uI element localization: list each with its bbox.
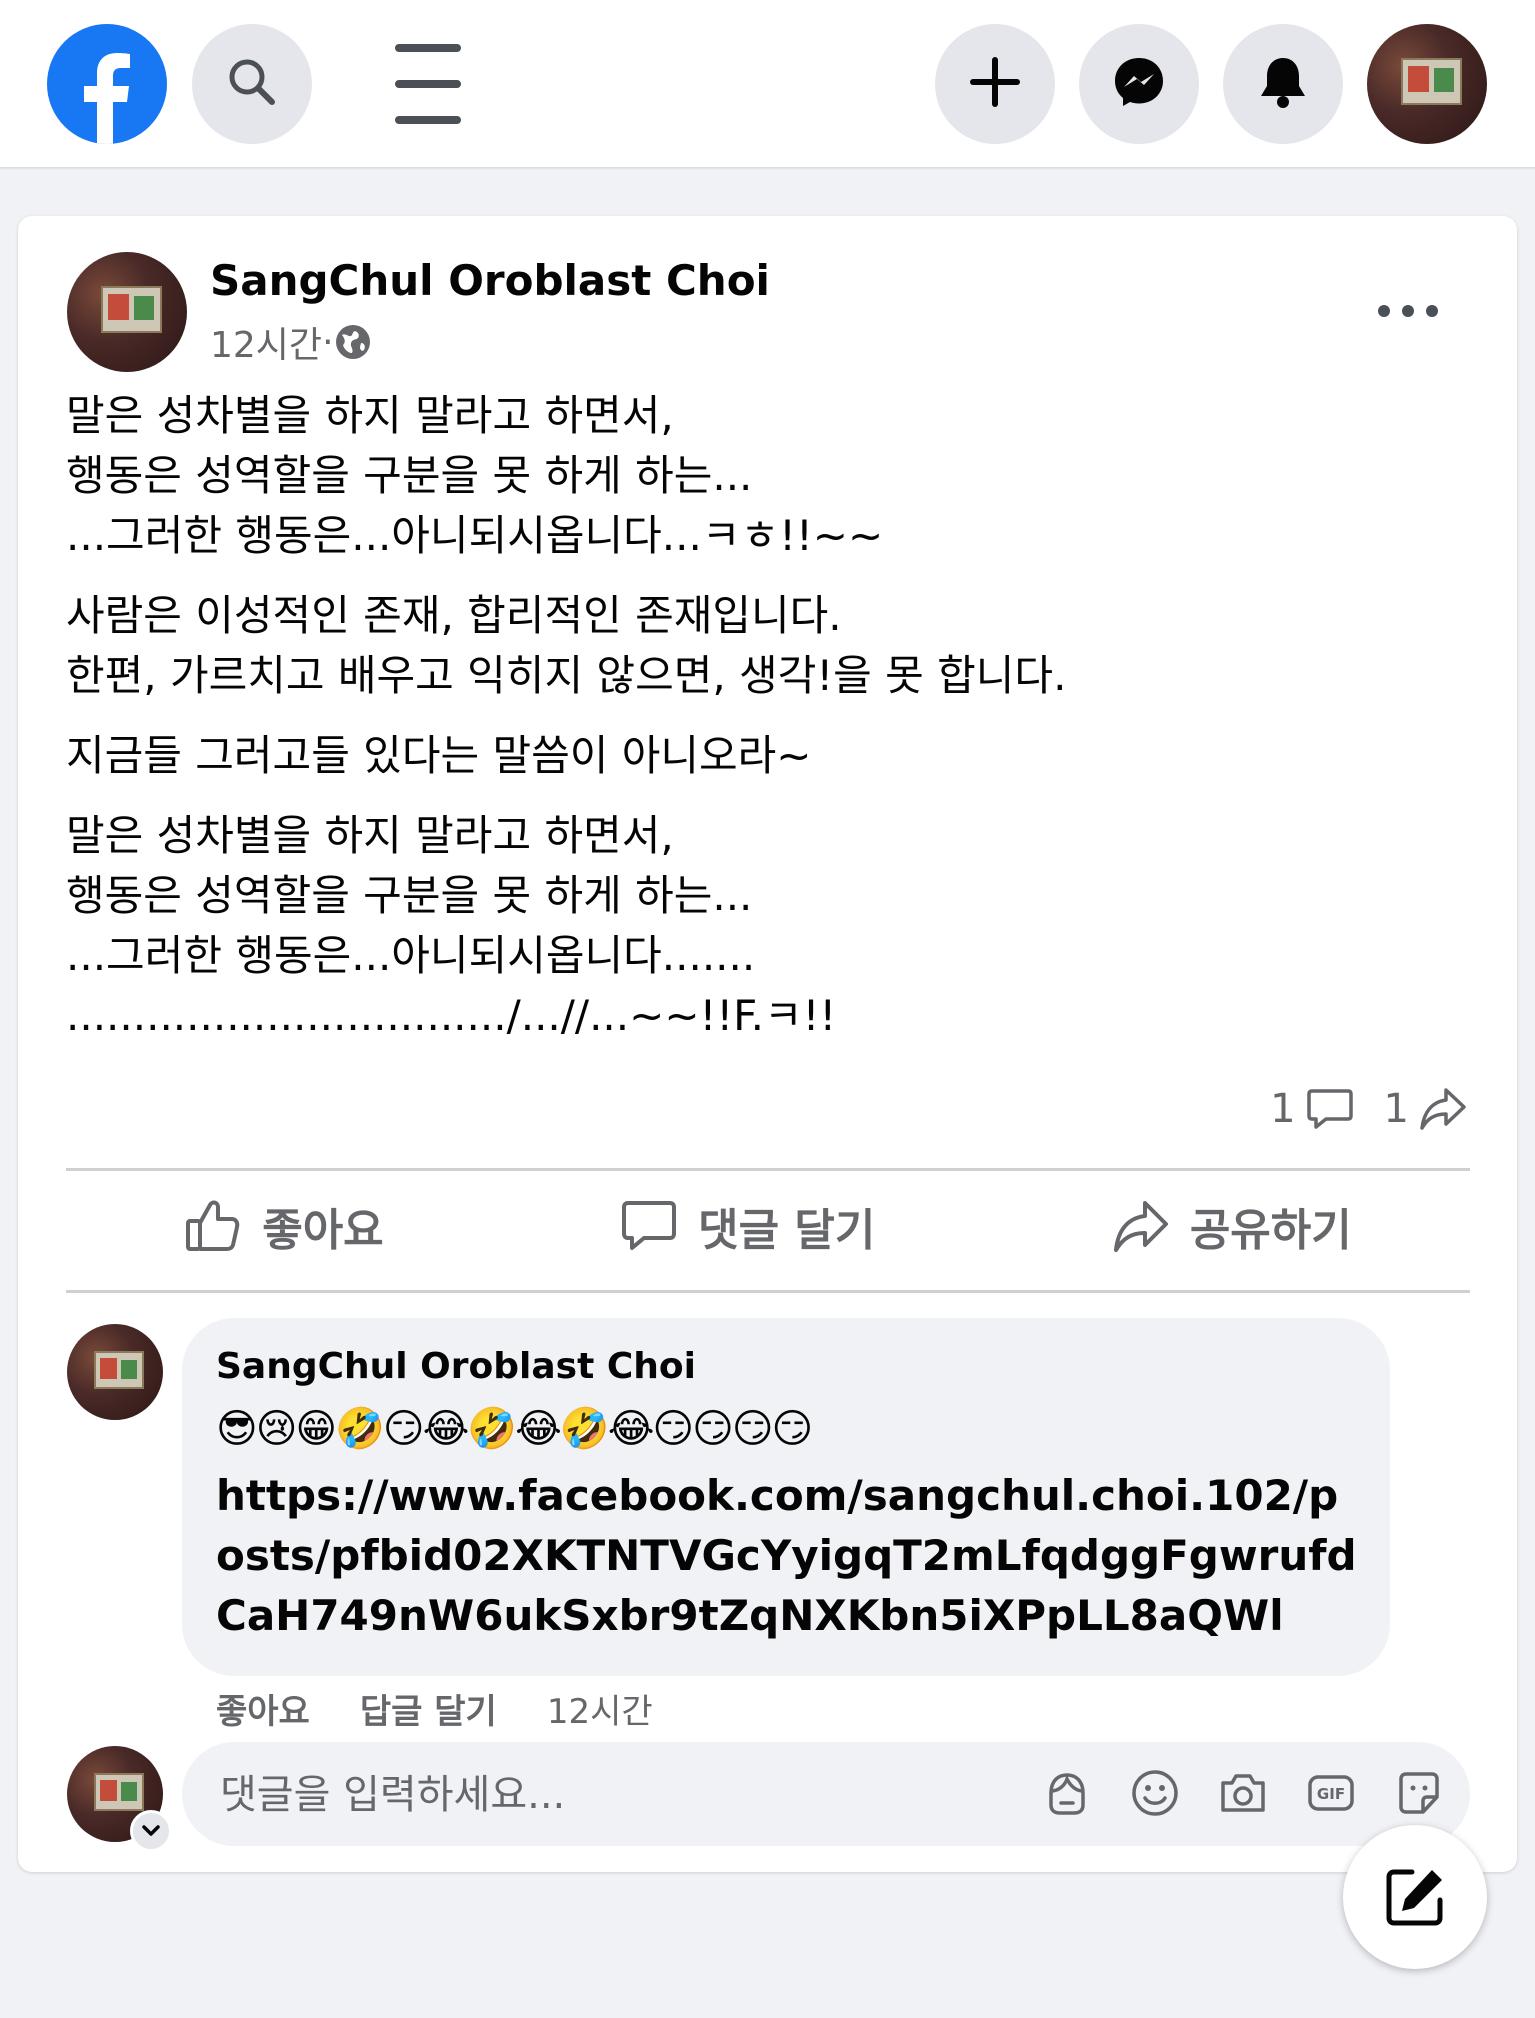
share-count[interactable]: 1 bbox=[1384, 1086, 1467, 1132]
globe-icon bbox=[334, 323, 372, 361]
like-button[interactable]: 좋아요 bbox=[184, 1194, 384, 1258]
share-icon bbox=[1112, 1198, 1170, 1254]
top-navigation-bar bbox=[0, 0, 1535, 168]
chevron-down-icon[interactable] bbox=[130, 1810, 172, 1852]
like-label: 좋아요 bbox=[262, 1205, 384, 1256]
camera-icon[interactable] bbox=[1216, 1766, 1270, 1820]
more-options-icon[interactable] bbox=[1378, 296, 1438, 326]
share-arrow-icon bbox=[1419, 1086, 1467, 1132]
comment-count-value: 1 bbox=[1270, 1086, 1296, 1132]
gif-icon[interactable]: GIF bbox=[1304, 1766, 1358, 1820]
post-author-name[interactable]: SangChul Oroblast Choi bbox=[210, 256, 770, 305]
comment-like-link[interactable]: 좋아요 bbox=[216, 1684, 310, 1733]
messenger-icon bbox=[1111, 54, 1167, 114]
compose-icon bbox=[1382, 1864, 1448, 1930]
hamburger-menu-icon[interactable] bbox=[382, 44, 474, 124]
bell-icon bbox=[1257, 54, 1309, 114]
share-count-value: 1 bbox=[1383, 1086, 1409, 1132]
plus-icon bbox=[969, 56, 1021, 112]
sticker-icon[interactable] bbox=[1392, 1766, 1446, 1820]
post-meta: 12시간 · bbox=[210, 316, 372, 368]
profile-avatar[interactable] bbox=[1367, 24, 1487, 144]
post-paragraph: 말은 성차별을 하지 말라고 하면서, 행동은 성역할을 구분을 못 하게 하는… bbox=[66, 391, 884, 560]
comment-input[interactable] bbox=[218, 1742, 1002, 1848]
post-paragraph: 말은 성차별을 하지 말라고 하면서, 행동은 성역할을 구분을 못 하게 하는… bbox=[66, 811, 837, 1040]
post-action-bar: 좋아요 댓글 달기 공유하기 bbox=[66, 1171, 1470, 1281]
thumbs-up-icon bbox=[184, 1197, 242, 1255]
messenger-button[interactable] bbox=[1079, 24, 1199, 144]
post-paragraph: 사람은 이성적인 존재, 합리적인 존재입니다. 한편, 가르치고 배우고 익히… bbox=[66, 591, 1067, 700]
composer-tools: GIF bbox=[1040, 1766, 1446, 1820]
comment-actions: 좋아요 답글 달기 12시간 bbox=[216, 1684, 653, 1733]
post-card: SangChul Oroblast Choi 12시간 · 말은 성차별을 하지… bbox=[18, 216, 1517, 1872]
comment-label: 댓글 달기 bbox=[698, 1205, 876, 1256]
comment-author-avatar[interactable] bbox=[67, 1324, 163, 1420]
comment-time[interactable]: 12시간 bbox=[547, 1684, 653, 1733]
comment-composer: GIF bbox=[182, 1742, 1470, 1848]
comment-button[interactable]: 댓글 달기 bbox=[620, 1194, 875, 1258]
comment-count[interactable]: 1 bbox=[1270, 1086, 1353, 1132]
share-button[interactable]: 공유하기 bbox=[1112, 1194, 1352, 1258]
post-text: 말은 성차별을 하지 말라고 하면서, 행동은 성역할을 구분을 못 하게 하는… bbox=[66, 386, 1486, 1066]
share-label: 공유하기 bbox=[1189, 1205, 1352, 1256]
search-icon bbox=[224, 54, 280, 114]
comment-icon bbox=[620, 1198, 678, 1254]
create-button[interactable] bbox=[935, 24, 1055, 144]
comment-author-name[interactable]: SangChul Oroblast Choi bbox=[216, 1346, 696, 1387]
divider bbox=[66, 1290, 1470, 1293]
comment-reply-link[interactable]: 답글 달기 bbox=[360, 1684, 497, 1733]
notifications-button[interactable] bbox=[1223, 24, 1343, 144]
comment-bubble: SangChul Oroblast Choi 😎😢😁🤣😏😂🤣😂🤣😂😏😏😏😏 ht… bbox=[182, 1318, 1390, 1676]
post-time[interactable]: 12시간 bbox=[210, 316, 322, 368]
comment-link[interactable]: https://www.facebook.com/sangchul.choi.1… bbox=[216, 1466, 1366, 1646]
comment-emojis: 😎😢😁🤣😏😂🤣😂🤣😂😏😏😏😏 bbox=[216, 1406, 813, 1452]
facebook-logo-icon[interactable] bbox=[47, 24, 167, 144]
compose-button[interactable] bbox=[1343, 1825, 1487, 1969]
post-author-avatar[interactable] bbox=[67, 252, 187, 372]
svg-text:GIF: GIF bbox=[1317, 1785, 1345, 1803]
search-button[interactable] bbox=[192, 24, 312, 144]
avatar-sticker-icon[interactable] bbox=[1040, 1766, 1094, 1820]
emoji-icon[interactable] bbox=[1128, 1766, 1182, 1820]
post-paragraph: 지금들 그러고들 있다는 말씀이 아니오라~ bbox=[66, 731, 812, 780]
comment-bubble-icon bbox=[1306, 1086, 1354, 1132]
engagement-counts: 1 1 bbox=[1270, 1086, 1467, 1132]
meta-separator: · bbox=[322, 321, 334, 363]
